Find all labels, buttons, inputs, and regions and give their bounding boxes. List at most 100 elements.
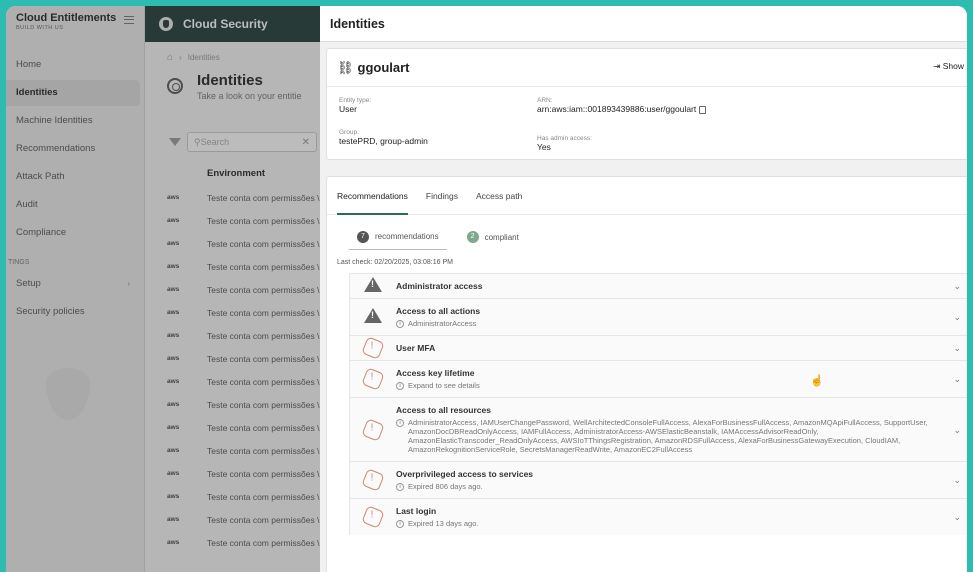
- sidebar-item-audit[interactable]: Audit: [6, 192, 140, 218]
- environment-list: aws Teste conta com permissões \ aws Teste …: [145, 186, 320, 554]
- environment-name: Teste conta com permissões \: [207, 376, 320, 387]
- home-icon[interactable]: ⌂: [167, 52, 173, 63]
- group-label: Group:: [339, 129, 359, 136]
- aws-logo-icon: aws: [167, 263, 180, 270]
- menu-icon[interactable]: [124, 16, 134, 24]
- table-row[interactable]: aws Teste conta com permissões \: [145, 278, 320, 301]
- show-button[interactable]: ⇥ Show: [933, 61, 964, 72]
- sidebar-item-security-policies[interactable]: Security policies: [6, 299, 140, 325]
- info-icon: i: [396, 320, 404, 328]
- cloud-security-title: Cloud Security: [183, 17, 268, 31]
- aws-logo-icon: aws: [167, 470, 180, 477]
- table-row[interactable]: aws Teste conta com permissões \: [145, 255, 320, 278]
- warning-icon: [364, 308, 382, 323]
- aws-logo-icon: aws: [167, 378, 180, 385]
- sidebar-item-attack-path[interactable]: Attack Path: [6, 164, 140, 190]
- alert-octagon-icon: [361, 468, 385, 492]
- chevron-down-icon[interactable]: ⌄: [953, 374, 961, 385]
- tab-access-path[interactable]: Access path: [476, 177, 522, 215]
- pill-compliant[interactable]: 2 compliant: [459, 225, 527, 249]
- recommendation-item[interactable]: Administrator access ⌄: [349, 273, 967, 298]
- table-row[interactable]: aws Teste conta com permissões \: [145, 531, 320, 554]
- recommendation-title: Last login: [396, 506, 437, 516]
- recommendations-card: Recommendations Findings Access path 7 r…: [326, 176, 967, 572]
- chevron-down-icon[interactable]: ⌄: [953, 281, 961, 292]
- hand-cursor-icon: ☝: [810, 375, 824, 387]
- recommendation-item[interactable]: Access to all actions i AdministratorAcces…: [349, 298, 967, 335]
- chevron-down-icon[interactable]: ⌄: [953, 312, 961, 323]
- app-sidebar: Cloud Entitlements BUILD WITH US Home Id…: [6, 6, 145, 572]
- alert-octagon-icon: [361, 336, 385, 360]
- table-row[interactable]: aws Teste conta com permissões \: [145, 370, 320, 393]
- alert-octagon-icon: [361, 417, 385, 442]
- sidebar-item-setup[interactable]: Setup ›: [6, 271, 140, 297]
- sidebar-item-compliance[interactable]: Compliance: [6, 220, 140, 246]
- column-header-environment[interactable]: Environment: [145, 162, 320, 186]
- recommendation-item[interactable]: Last login i Expired 13 days ago. ⌄: [349, 498, 967, 535]
- tab-recommendations[interactable]: Recommendations: [337, 177, 408, 215]
- group-value: testePRD, group-admin: [339, 136, 428, 146]
- chevron-down-icon[interactable]: ⌄: [953, 512, 961, 523]
- page-header: Identities Take a look on your entitie: [145, 72, 320, 122]
- recommendation-title: Access to all actions: [396, 306, 481, 316]
- fingerprint-icon: [167, 78, 183, 94]
- pill-recommendations[interactable]: 7 recommendations: [349, 225, 447, 250]
- info-icon: i: [396, 419, 404, 427]
- aws-logo-icon: aws: [167, 309, 180, 316]
- filter-icon[interactable]: [169, 138, 181, 146]
- cloud-security-header: Cloud Security: [145, 6, 320, 42]
- recommendation-item[interactable]: Overprivileged access to services i Expire…: [349, 461, 967, 498]
- sidebar-item-machine-identities[interactable]: Machine Identities: [6, 108, 140, 134]
- table-row[interactable]: aws Teste conta com permissões \: [145, 439, 320, 462]
- environment-name: Teste conta com permissões \: [207, 261, 320, 272]
- table-row[interactable]: aws Teste conta com permissões \: [145, 209, 320, 232]
- recommendation-item[interactable]: Access to all resources i AdministratorAcc…: [349, 397, 967, 461]
- recommendation-item[interactable]: Access key lifetime i Expand to see detail…: [349, 360, 967, 397]
- info-icon: i: [396, 520, 404, 528]
- table-row[interactable]: aws Teste conta com permissões \: [145, 301, 320, 324]
- table-row[interactable]: aws Teste conta com permissões \: [145, 347, 320, 370]
- pill-recommendations-label: recommendations: [375, 232, 439, 241]
- sidebar-item-recommendations[interactable]: Recommendations: [6, 136, 140, 162]
- table-row[interactable]: aws Teste conta com permissões \: [145, 232, 320, 255]
- environment-name: Teste conta com permissões \: [207, 445, 320, 456]
- recommendation-detail: i Expand to see details: [396, 381, 941, 390]
- recommendation-title: Access key lifetime: [396, 368, 475, 378]
- table-row[interactable]: aws Teste conta com permissões \: [145, 462, 320, 485]
- tab-findings[interactable]: Findings: [426, 177, 458, 215]
- table-row[interactable]: aws Teste conta com permissões \: [145, 186, 320, 209]
- table-row[interactable]: aws Teste conta com permissões \: [145, 508, 320, 531]
- clear-icon[interactable]: ✕: [302, 137, 310, 148]
- sidebar-item-home[interactable]: Home: [6, 52, 140, 78]
- alert-octagon-icon: [361, 505, 385, 529]
- environment-name: Teste conta com permissões \: [207, 192, 320, 203]
- table-row[interactable]: aws Teste conta com permissões \: [145, 485, 320, 508]
- info-icon: i: [396, 382, 404, 390]
- sidebar-item-setup-label: Setup: [16, 278, 41, 289]
- table-row[interactable]: aws Teste conta com permissões \: [145, 416, 320, 439]
- table-row[interactable]: aws Teste conta com permissões \: [145, 324, 320, 347]
- recommendation-title: Administrator access: [396, 281, 483, 291]
- search-input[interactable]: ⚲ Search ✕: [187, 132, 317, 152]
- sidebar-nav: Home Identities Machine Identities Recom…: [6, 52, 144, 325]
- alert-octagon-icon: [361, 367, 385, 391]
- breadcrumb-identities[interactable]: Identities: [188, 53, 220, 62]
- recommendation-detail: i AdministratorAccess, IAMUserChangePassw…: [396, 418, 941, 454]
- recommendation-item[interactable]: User MFA ⌄: [349, 335, 967, 360]
- environment-name: Teste conta com permissões \: [207, 514, 320, 525]
- environment-name: Teste conta com permissões \: [207, 284, 320, 295]
- recommendation-title: Access to all resources: [396, 405, 491, 415]
- chevron-down-icon[interactable]: ⌄: [953, 343, 961, 354]
- table-row[interactable]: aws Teste conta com permissões \: [145, 393, 320, 416]
- aws-logo-icon: aws: [167, 424, 180, 431]
- chevron-down-icon[interactable]: ⌄: [953, 425, 961, 436]
- entity-card: ⛓ ggoulart ⇥ Show Entity type: User ARN:…: [326, 48, 967, 160]
- aws-logo-icon: aws: [167, 194, 180, 201]
- environment-name: Teste conta com permissões \: [207, 330, 320, 341]
- chevron-down-icon[interactable]: ⌄: [953, 475, 961, 486]
- aws-logo-icon: aws: [167, 240, 180, 247]
- sidebar-item-identities[interactable]: Identities: [6, 80, 140, 106]
- admin-access-value: Yes: [537, 142, 551, 152]
- copy-icon[interactable]: [699, 105, 707, 114]
- app-window: Cloud Entitlements BUILD WITH US Home Id…: [6, 6, 967, 572]
